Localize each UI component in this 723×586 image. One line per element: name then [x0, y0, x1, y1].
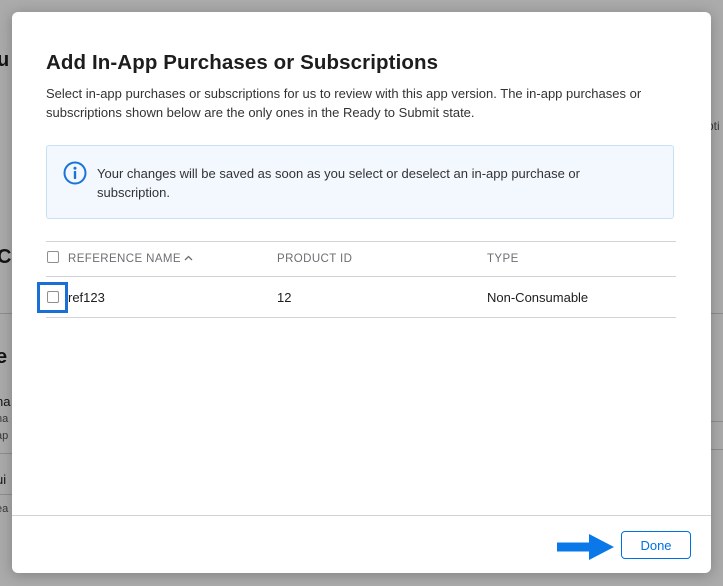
- cell-product-id: 12: [277, 290, 292, 305]
- info-circle-icon: [63, 161, 87, 185]
- chevron-up-icon: [184, 255, 193, 261]
- add-in-app-purchases-dialog: Add In-App Purchases or Subscriptions Se…: [12, 12, 711, 573]
- dialog-description: Select in-app purchases or subscriptions…: [46, 86, 642, 120]
- done-button[interactable]: Done: [621, 531, 691, 559]
- table-row[interactable]: ref123 12 Non-Consumable: [37, 277, 676, 318]
- dialog-title: Add In-App Purchases or Subscriptions: [46, 51, 439, 74]
- dialog-footer: Done: [12, 515, 711, 574]
- arrow-right-icon: [557, 534, 614, 560]
- column-header-type[interactable]: TYPE: [487, 253, 519, 265]
- table-header: REFERENCE NAME PRODUCT ID TYPE: [46, 241, 676, 277]
- select-all-checkbox[interactable]: [47, 251, 59, 263]
- iap-table: REFERENCE NAME PRODUCT ID TYPE ref123 12…: [37, 241, 676, 318]
- column-header-label: REFERENCE NAME: [68, 253, 181, 265]
- info-notice: Your changes will be saved as soon as yo…: [46, 145, 674, 219]
- row-select-checkbox[interactable]: [47, 291, 59, 303]
- cell-reference-name: ref123: [68, 290, 105, 305]
- info-notice-text: Your changes will be saved as soon as yo…: [97, 166, 580, 200]
- column-header-reference-name[interactable]: REFERENCE NAME: [68, 253, 193, 265]
- cell-type: Non-Consumable: [487, 290, 589, 305]
- column-header-product-id[interactable]: PRODUCT ID: [277, 253, 352, 265]
